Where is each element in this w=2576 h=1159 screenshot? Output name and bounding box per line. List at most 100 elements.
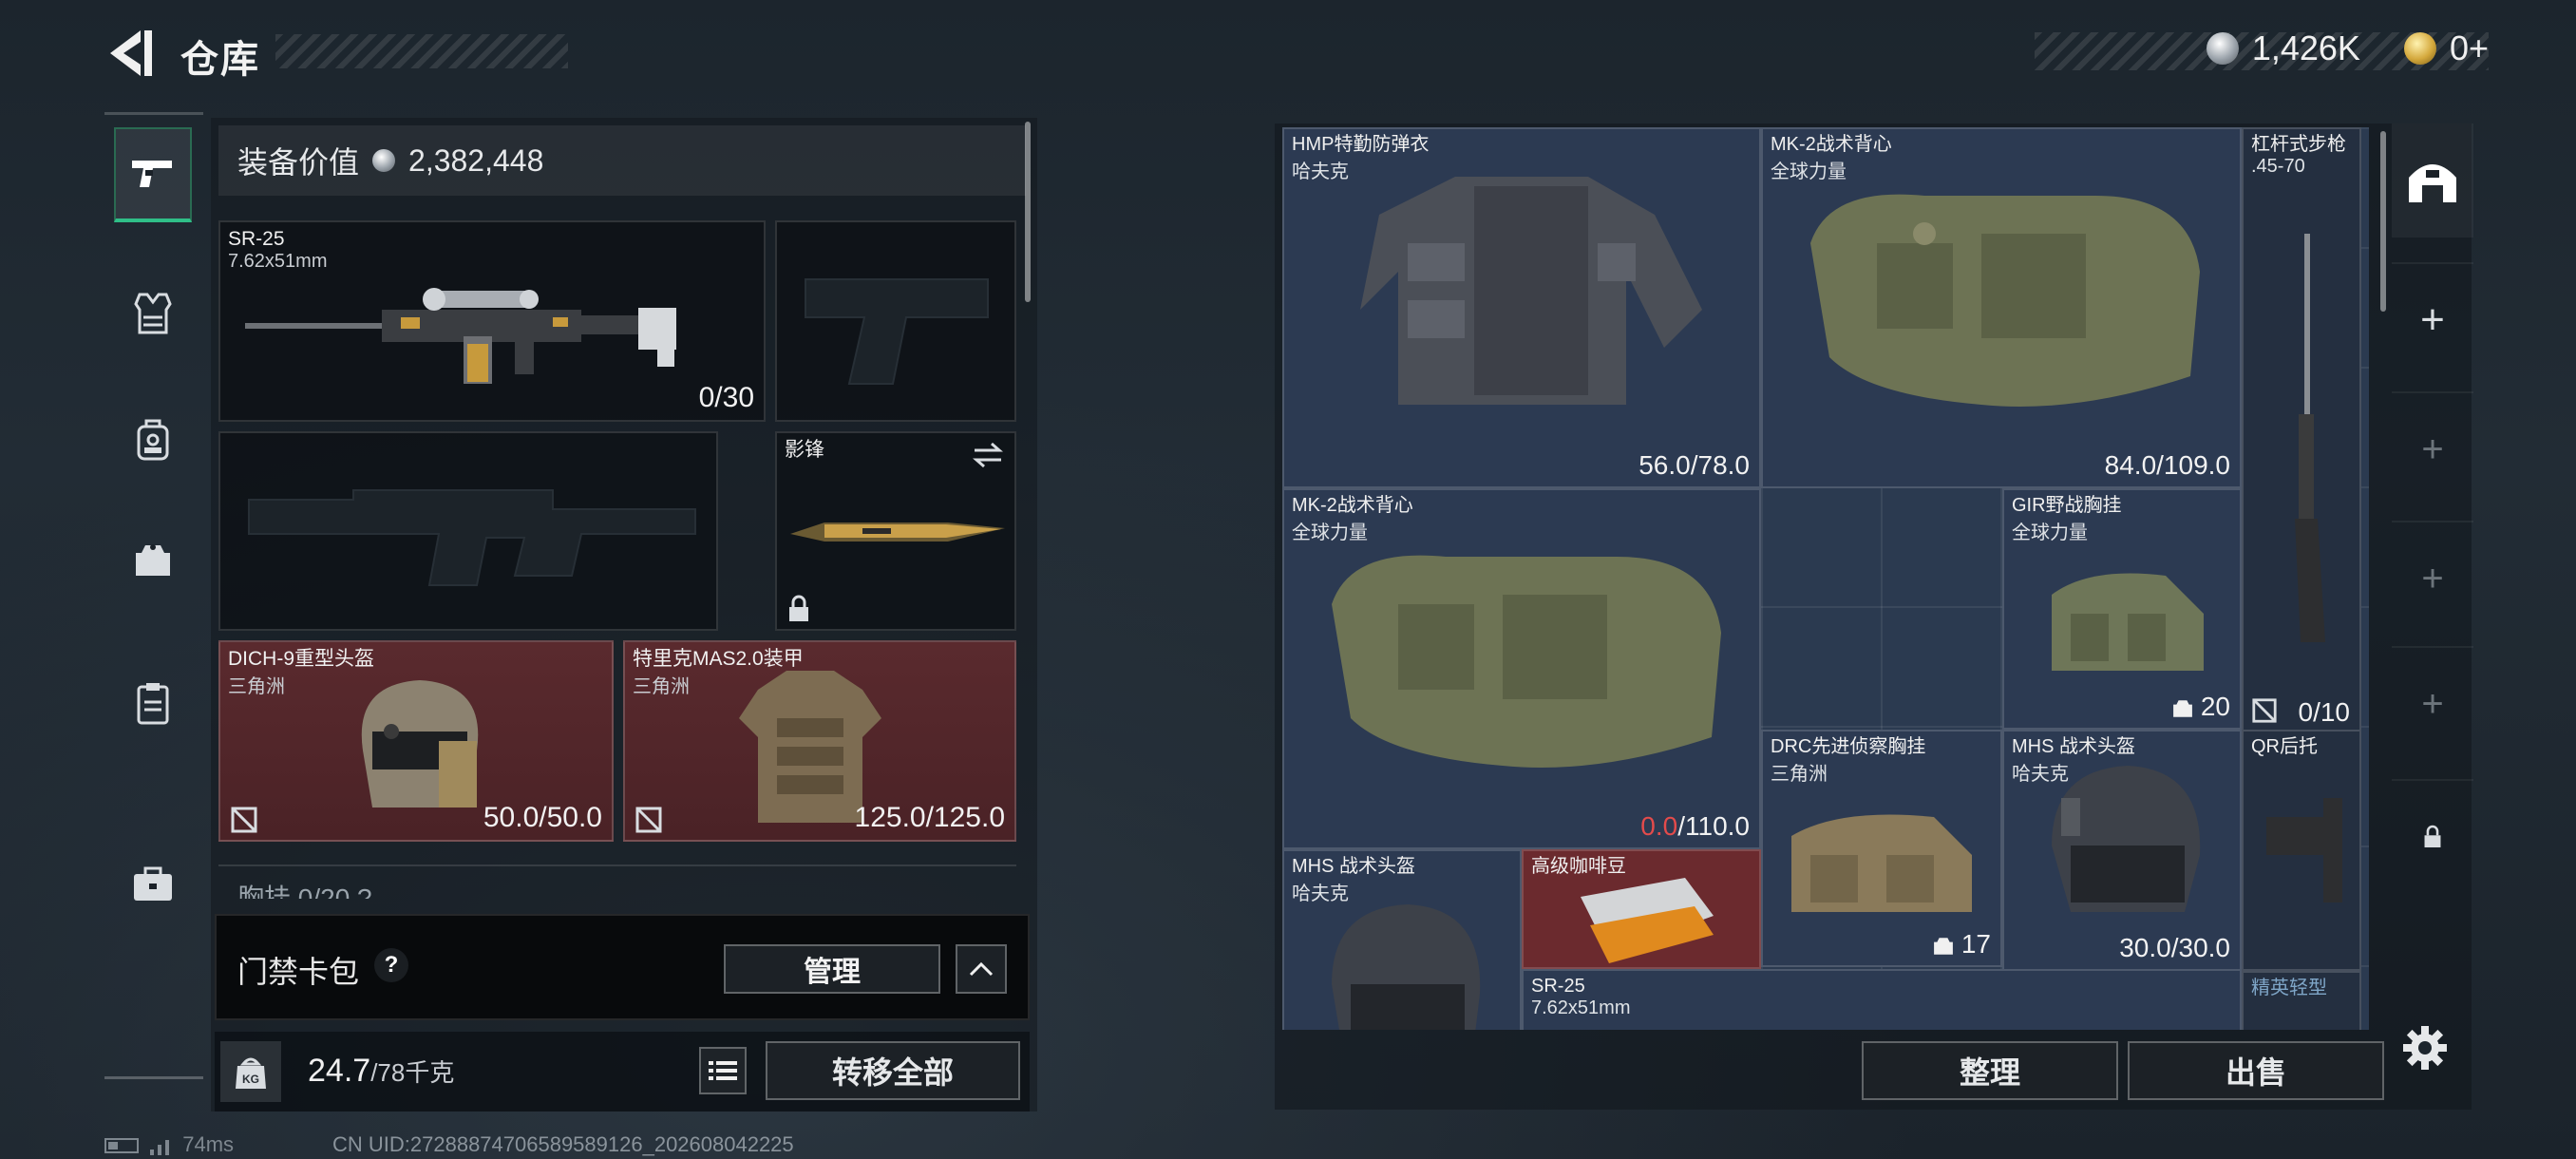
list-icon: [709, 1061, 737, 1080]
chest-rig-row[interactable]: 胸挂 0/20 ?: [218, 864, 1016, 899]
stash-tab-add-2[interactable]: +: [2392, 391, 2473, 505]
stash-tab-add-1[interactable]: +: [2392, 262, 2473, 376]
plus-icon: +: [2421, 557, 2444, 599]
gold-amount[interactable]: 0+: [2450, 28, 2489, 68]
transfer-all-button[interactable]: 转移全部: [766, 1041, 1020, 1100]
rail-tab-backpack[interactable]: [114, 391, 192, 486]
capacity-value: 17: [1960, 929, 1991, 959]
gir-rig-image: [2052, 573, 2204, 671]
mhs-helmet-image: [2052, 766, 2201, 912]
silver-coin-icon: [372, 149, 396, 172]
melee-name: 影锋: [785, 439, 824, 461]
hmp-vest-image: [1360, 177, 1702, 405]
item-name: MK-2战术背心: [1292, 495, 1413, 516]
capacity-value: 20: [2200, 692, 2230, 721]
list-view-button[interactable]: [699, 1047, 747, 1094]
collapse-button[interactable]: [956, 944, 1007, 994]
mk2-vest-image: [1332, 555, 1721, 768]
scrollbar[interactable]: [2380, 131, 2386, 312]
pistol-slot-empty[interactable]: [775, 220, 1016, 422]
keycard-bag-label: 门禁卡包: [237, 955, 360, 989]
toolbox-icon: [134, 866, 172, 901]
warehouse-icon: [2409, 164, 2456, 202]
rail-tab-weapons[interactable]: [114, 127, 192, 222]
sort-button[interactable]: 整理: [1862, 1041, 2118, 1100]
stash-item[interactable]: 杠杆式步枪 .45-70 0/10: [2242, 127, 2361, 735]
stash-item[interactable]: 高级咖啡豆: [1522, 849, 1761, 969]
weight-current: 24.7: [308, 1053, 371, 1089]
rail-tab-rig[interactable]: [114, 513, 192, 608]
scrollbar[interactable]: [1025, 122, 1031, 302]
stash-tab-rail: + + + +: [2392, 124, 2473, 1074]
manage-button[interactable]: 管理: [724, 944, 940, 994]
stash-grid: HMP特勤防弹衣 哈夫克 56.0/78.0 MK-2战术背心 全球力量 84.…: [1282, 127, 2369, 1030]
stash-item[interactable]: QR后托: [2242, 730, 2361, 971]
stash-item[interactable]: MHS 战术头盔 哈夫克: [1282, 849, 1522, 1030]
helmet-maker: 三角洲: [228, 676, 285, 697]
page-title: 仓库: [180, 39, 260, 81]
rail-tab-armor[interactable]: [114, 266, 192, 361]
no-insure-icon: [231, 807, 257, 833]
settings-button[interactable]: [2401, 1024, 2449, 1076]
secondary-weapon-slot-empty[interactable]: [218, 431, 718, 631]
item-capacity: 17: [1933, 929, 1991, 960]
plus-icon: +: [2420, 296, 2445, 343]
rail-tab-case[interactable]: [114, 656, 192, 750]
armor-durability: 125.0/125.0: [854, 802, 1005, 833]
item-maker: 全球力量: [2012, 522, 2088, 543]
rifle-placeholder-icon: [248, 489, 696, 586]
ammo-count: 0/30: [698, 382, 754, 413]
stash-item[interactable]: DRC先进侦察胸挂 三角洲 17: [1761, 730, 2002, 967]
mk2-vest-image: [1810, 194, 2200, 407]
stash-tab-home[interactable]: [2392, 124, 2473, 238]
stash-item[interactable]: GIR野战胸挂 全球力量 20: [2002, 488, 2242, 730]
durability-max: /110.0: [1677, 811, 1750, 841]
back-arrow-icon[interactable]: [103, 27, 154, 80]
stash-item[interactable]: MHS 战术头盔 哈夫克 30.0/30.0: [2002, 730, 2242, 971]
item-ammo: 0/10: [2298, 697, 2351, 727]
stash-item[interactable]: MK-2战术背心 全球力量 84.0/109.0: [1761, 127, 2242, 488]
rig-icon: [136, 544, 170, 576]
no-insure-icon: [635, 807, 662, 833]
sell-button[interactable]: 出售: [2128, 1041, 2384, 1100]
svg-text:KG: KG: [242, 1073, 259, 1086]
item-durability: 30.0/30.0: [2119, 933, 2230, 962]
category-rail: [104, 114, 203, 1083]
rail-tab-toolbox[interactable]: [114, 836, 192, 931]
durability-low: 0.0: [1640, 811, 1678, 841]
stash-item[interactable]: 精英轻型: [2242, 971, 2361, 1030]
silver-amount: 1,426K: [2251, 28, 2360, 67]
stash-item[interactable]: SR-25 7.62x51mm: [1522, 969, 2242, 1030]
item-name: MHS 战术头盔: [1292, 856, 1415, 877]
rig-icon: [1934, 937, 1953, 955]
stash-tab-add-4[interactable]: +: [2392, 646, 2473, 760]
stash-tab-add-3[interactable]: +: [2392, 521, 2473, 635]
helmet-durability: 50.0/50.0: [483, 802, 602, 833]
help-icon[interactable]: ?: [374, 948, 408, 982]
armor-slot[interactable]: 特里克MAS2.0装甲 三角洲 125.0/125.0: [623, 640, 1016, 842]
ping-status: 74ms: [104, 1132, 234, 1157]
coffee-bag-image: [1581, 878, 1714, 963]
item-name: 精英轻型: [2251, 978, 2327, 998]
swap-icon[interactable]: [971, 441, 1005, 469]
battery-icon: [104, 1138, 139, 1154]
item-name: DRC先进侦察胸挂: [1771, 736, 1926, 757]
stash-item[interactable]: MK-2战术背心 全球力量 0.0/110.0: [1282, 488, 1761, 849]
melee-slot[interactable]: 影锋: [775, 431, 1016, 631]
case-icon: [137, 683, 169, 725]
silver-coin-icon: [2206, 32, 2239, 65]
stash-item[interactable]: HMP特勤防弹衣 哈夫克 56.0/78.0: [1282, 127, 1761, 488]
equipment-value-bar: 装备价值 2,382,448: [218, 125, 1026, 196]
item-durability: 84.0/109.0: [2104, 450, 2230, 480]
ping-value: 74ms: [182, 1132, 235, 1156]
armor-maker: 三角洲: [633, 676, 690, 697]
chevron-up-icon: [969, 961, 994, 977]
gear-icon: [2403, 1026, 2447, 1070]
weight-icon: KG: [220, 1041, 281, 1102]
helmet-slot[interactable]: DICH-9重型头盔 三角洲 50.0/50.0: [218, 640, 614, 842]
armor-vest-icon: [134, 293, 172, 334]
signal-icon: [150, 1140, 170, 1156]
stash-tab-locked[interactable]: [2392, 779, 2473, 893]
primary-weapon-slot[interactable]: SR-25 7.62x51mm 0/30: [218, 220, 766, 422]
lock-icon: [2424, 825, 2441, 847]
